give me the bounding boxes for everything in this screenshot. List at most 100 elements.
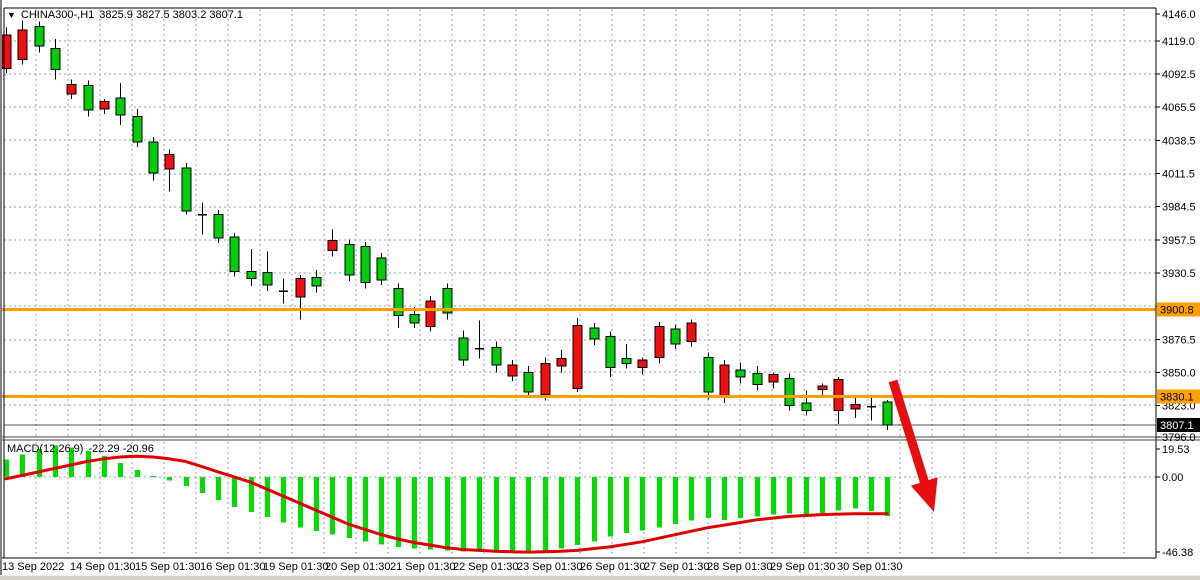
- macd-histogram-bar: [347, 477, 352, 538]
- date-label: 26 Sep 01:30: [580, 561, 645, 573]
- candle: [834, 380, 843, 411]
- window-bottom-strip: [0, 575, 1200, 580]
- candle: [753, 373, 762, 384]
- macd-histogram-bar: [869, 477, 874, 511]
- date-label: 13 Sep 2022: [2, 561, 64, 573]
- candle: [35, 26, 44, 46]
- candle: [51, 49, 60, 70]
- macd-histogram-bar: [265, 477, 270, 517]
- macd-histogram-bar: [363, 477, 368, 542]
- macd-histogram-bar: [804, 477, 809, 515]
- macd-histogram-bar: [624, 477, 629, 533]
- date-label: 14 Sep 01:30: [70, 561, 135, 573]
- macd-histogram-bar: [657, 477, 662, 528]
- candle: [557, 359, 566, 366]
- macd-histogram-bar: [314, 477, 319, 531]
- macd-histogram-bar: [461, 477, 466, 551]
- date-label: 15 Sep 01:30: [135, 561, 200, 573]
- macd-histogram-bar: [543, 477, 548, 551]
- macd-histogram-bar: [738, 477, 743, 518]
- candle: [720, 365, 729, 397]
- macd-tick-label: -46.38: [1162, 547, 1193, 559]
- date-label: 29 Sep 01:30: [770, 561, 835, 573]
- candle: [573, 325, 582, 388]
- macd-histogram-bar: [722, 477, 727, 520]
- candle: [851, 404, 860, 409]
- price-tick-label: 3930.5: [1162, 268, 1196, 280]
- candle: [785, 378, 794, 405]
- candle: [524, 372, 533, 392]
- candle: [377, 258, 386, 280]
- macd-histogram-bar: [575, 477, 580, 545]
- candle: [687, 323, 696, 341]
- candle: [410, 314, 419, 323]
- candle: [492, 348, 501, 365]
- macd-tick-label: 0.00: [1162, 472, 1183, 484]
- date-label: 22 Sep 01:30: [453, 561, 518, 573]
- current-price-badge-label: 3807.1: [1160, 420, 1194, 432]
- date-label: 28 Sep 01:30: [707, 561, 772, 573]
- date-label: 27 Sep 01:30: [644, 561, 709, 573]
- macd-histogram-bar: [771, 477, 776, 515]
- candle: [230, 237, 239, 271]
- candle: [149, 142, 158, 173]
- macd-histogram-bar: [135, 470, 140, 477]
- candle: [247, 271, 256, 278]
- macd-histogram-bar: [184, 477, 189, 486]
- macd-histogram-bar: [608, 477, 613, 536]
- ohlc-values-label: 3825.9 3827.5 3803.2 3807.1: [99, 9, 243, 21]
- candle: [214, 215, 223, 238]
- macd-histogram-bar: [396, 477, 401, 547]
- candle: [704, 357, 713, 391]
- candle: [769, 375, 778, 382]
- symbol-dropdown-icon[interactable]: ▼: [7, 11, 16, 20]
- macd-histogram-bar: [526, 477, 531, 552]
- macd-histogram-bar: [640, 477, 645, 530]
- macd-histogram-bar: [836, 477, 841, 510]
- price-tick-label: 3876.5: [1162, 335, 1196, 347]
- macd-histogram-bar: [477, 477, 482, 551]
- macd-histogram-bar: [330, 477, 335, 535]
- chart-window: 4146.04119.04092.54065.54038.54011.53984…: [0, 0, 1200, 580]
- macd-indicator-label: MACD(12,26,9) -22.29 -20.96: [7, 443, 154, 455]
- candle: [328, 241, 337, 251]
- candle: [541, 364, 550, 395]
- macd-histogram-bar: [445, 477, 450, 550]
- macd-histogram-bar: [673, 477, 678, 524]
- date-label: 23 Sep 01:30: [517, 561, 582, 573]
- price-tick-label: 3850.0: [1162, 367, 1196, 379]
- price-tick-label: 4119.0: [1162, 36, 1195, 48]
- macd-histogram-bar: [412, 477, 417, 549]
- macd-histogram-bar: [4, 460, 9, 477]
- candle: [671, 329, 680, 344]
- macd-histogram-bar: [706, 477, 711, 518]
- symbol-period-label: CHINA300-,H1: [21, 9, 94, 21]
- candle: [361, 247, 370, 283]
- price-tick-label: 4146.0: [1162, 9, 1196, 21]
- price-tick-label: 3957.5: [1162, 235, 1196, 247]
- date-label: 30 Sep 01:30: [837, 561, 902, 573]
- candle: [883, 402, 892, 425]
- candle: [802, 403, 811, 410]
- candle: [345, 244, 354, 275]
- chart-title: ▼ CHINA300-,H1 3825.9 3827.5 3803.2 3807…: [7, 9, 243, 21]
- date-label: 20 Sep 01:30: [325, 561, 390, 573]
- candle: [508, 365, 517, 376]
- date-label: 21 Sep 01:30: [390, 561, 455, 573]
- date-label: 19 Sep 01:30: [263, 561, 328, 573]
- price-tick-label: 4092.5: [1162, 69, 1196, 81]
- candle: [394, 289, 403, 316]
- candle: [165, 154, 174, 169]
- chart-canvas[interactable]: 4146.04119.04092.54065.54038.54011.53984…: [0, 0, 1200, 580]
- price-tick-label: 4038.5: [1162, 135, 1196, 147]
- macd-histogram-bar: [689, 477, 694, 521]
- macd-histogram-bar: [853, 477, 858, 508]
- candle: [263, 273, 272, 285]
- macd-histogram-bar: [151, 476, 156, 477]
- macd-histogram-bar: [216, 477, 221, 500]
- candle: [182, 168, 191, 211]
- candle: [312, 278, 321, 287]
- candle: [2, 35, 11, 68]
- candle: [426, 301, 435, 327]
- candle: [590, 328, 599, 339]
